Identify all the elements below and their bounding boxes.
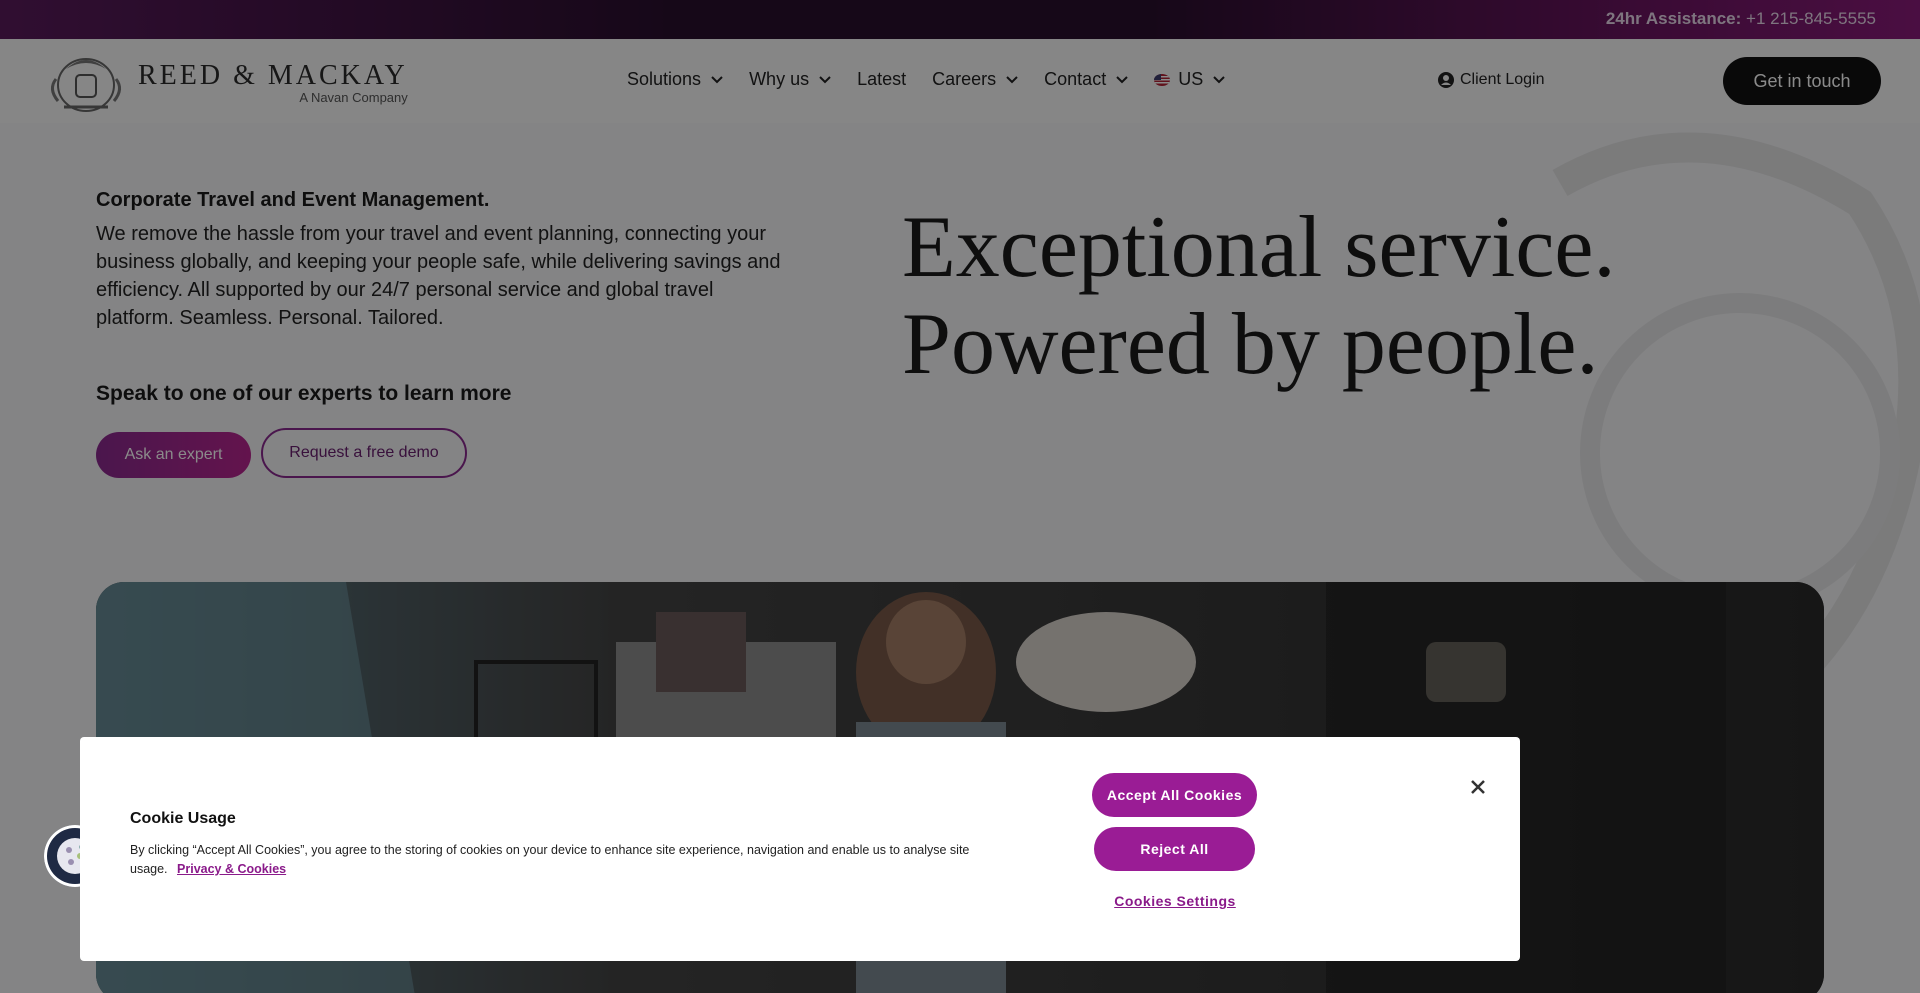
cookie-text: By clicking “Accept All Cookies”, you ag… — [130, 841, 1000, 879]
cookie-banner: Cookie Usage By clicking “Accept All Coo… — [80, 737, 1520, 961]
privacy-cookies-link[interactable]: Privacy & Cookies — [177, 862, 286, 876]
cookies-settings-link[interactable]: Cookies Settings — [1110, 893, 1240, 909]
close-icon[interactable] — [1468, 777, 1488, 797]
cookie-title: Cookie Usage — [130, 810, 236, 827]
reject-all-button[interactable]: Reject All — [1094, 827, 1255, 871]
accept-all-cookies-button[interactable]: Accept All Cookies — [1092, 773, 1257, 817]
